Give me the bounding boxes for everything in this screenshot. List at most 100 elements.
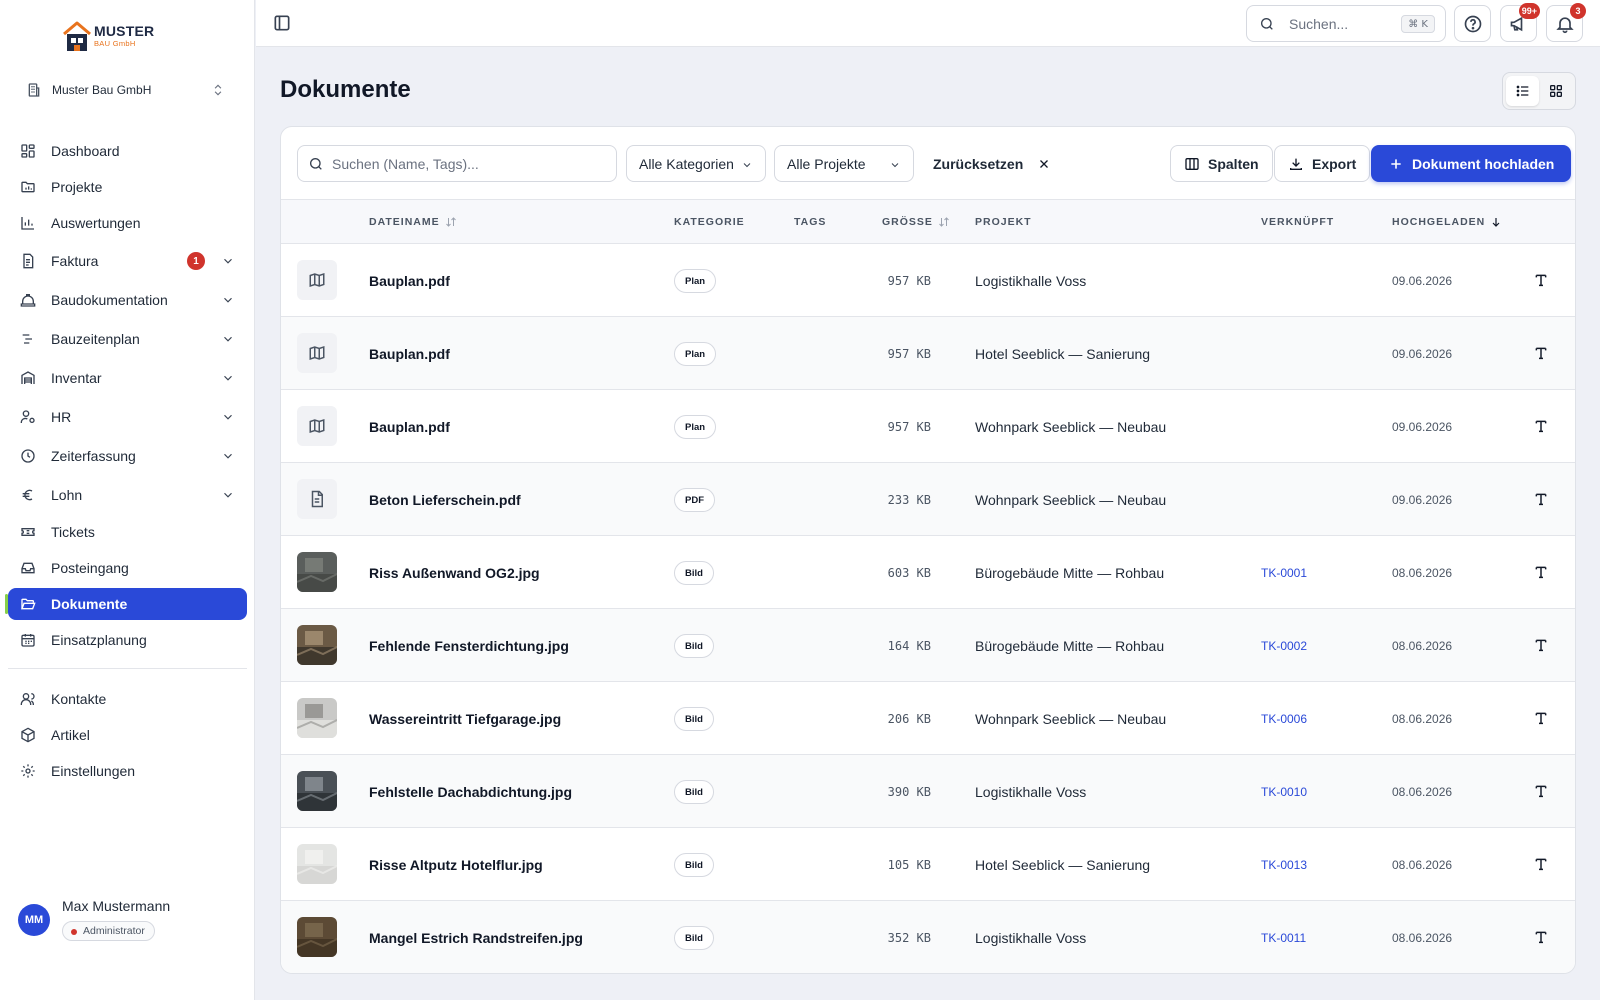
grid-view-button[interactable] [1539, 76, 1572, 106]
project-filter[interactable]: Alle Projekte [774, 145, 914, 182]
chevron-down-icon[interactable] [221, 449, 235, 463]
rename-icon[interactable] [1531, 489, 1551, 509]
export-button[interactable]: Export [1274, 145, 1371, 182]
nav-item-hr[interactable]: HR [8, 401, 247, 433]
table-row[interactable]: Fehlstelle Dachabdichtung.jpg Bild 390 KB L… [281, 755, 1575, 828]
rename-icon[interactable] [1531, 562, 1551, 582]
rename-icon[interactable] [1531, 343, 1551, 363]
file-name[interactable]: Bauplan.pdf [369, 317, 450, 390]
table-row[interactable]: Fehlende Fensterdichtung.jpg Bild 164 KB Bü… [281, 609, 1575, 682]
linked-ticket-link[interactable]: TK-0002 [1261, 609, 1307, 682]
upload-document-button[interactable]: Dokument hochladen [1371, 145, 1572, 182]
table-row[interactable]: Bauplan.pdf Plan 957 KB Hotel Seeblick — Sa… [281, 317, 1575, 390]
file-name[interactable]: Fehlstelle Dachabdichtung.jpg [369, 755, 572, 828]
rename-icon[interactable] [1531, 708, 1551, 728]
sort-icon[interactable] [445, 216, 457, 228]
company-logo[interactable]: MUSTER BAU GmbH [62, 20, 162, 52]
column-header-uploaded[interactable]: HOCHGELADEN [1392, 200, 1502, 244]
nav-item-dokumente[interactable]: Dokumente [5, 588, 247, 620]
help-button[interactable] [1454, 5, 1491, 42]
nav-item-faktura[interactable]: Faktura 1 [8, 245, 247, 277]
chevron-down-icon[interactable] [221, 410, 235, 424]
photo-thumbnail[interactable] [297, 771, 337, 811]
chevron-down-icon[interactable] [221, 293, 235, 307]
file-name[interactable]: Beton Lieferschein.pdf [369, 463, 521, 536]
linked-ticket-link[interactable]: TK-0006 [1261, 682, 1307, 755]
table-row[interactable]: Wassereintritt Tiefgarage.jpg Bild 206 KB W… [281, 682, 1575, 755]
document-search-input[interactable] [332, 155, 602, 172]
rename-icon[interactable] [1531, 635, 1551, 655]
table-row[interactable]: Bauplan.pdf Plan 957 KB Logistikhalle Voss 0… [281, 244, 1575, 317]
table-row[interactable]: Bauplan.pdf Plan 957 KB Wohnpark Seeblick —… [281, 390, 1575, 463]
table-row[interactable]: Mangel Estrich Randstreifen.jpg Bild 352 K… [281, 901, 1575, 973]
nav-item-projekte[interactable]: Projekte [8, 171, 247, 203]
photo-thumbnail[interactable] [297, 698, 337, 738]
linked-ticket-link[interactable]: TK-0010 [1261, 755, 1307, 828]
nav-item-lohn[interactable]: Lohn [8, 479, 247, 511]
chevron-down-icon[interactable] [221, 488, 235, 502]
file-name[interactable]: Bauplan.pdf [369, 244, 450, 317]
sort-icon[interactable] [938, 216, 950, 228]
reset-filters-button[interactable]: Zurücksetzen [933, 145, 1051, 182]
column-header-size[interactable]: GRÖSSE [882, 200, 950, 244]
announcements-button[interactable]: 99+ [1500, 3, 1540, 42]
file-name[interactable]: Fehlende Fensterdichtung.jpg [369, 609, 569, 682]
columns-button[interactable]: Spalten [1170, 145, 1273, 182]
nav-item-artikel[interactable]: Artikel [8, 719, 247, 751]
linked-ticket-link[interactable]: TK-0013 [1261, 828, 1307, 901]
nav-item-bauzeitenplan[interactable]: Bauzeitenplan [8, 323, 247, 355]
chevron-down-icon[interactable] [221, 254, 235, 268]
category-filter[interactable]: Alle Kategorien [626, 145, 766, 182]
file-name[interactable]: Riss Außenwand OG2.jpg [369, 536, 540, 609]
nav-item-tickets[interactable]: Tickets [8, 516, 247, 548]
table-row[interactable]: Riss Außenwand OG2.jpg Bild 603 KB Bürogebä… [281, 536, 1575, 609]
notifications-button[interactable]: 3 [1546, 3, 1586, 42]
nav-item-zeiterfassung[interactable]: Zeiterfassung [8, 440, 247, 472]
nav-label: HR [51, 409, 72, 425]
nav-item-inventar[interactable]: Inventar [8, 362, 247, 394]
nav-item-auswertungen[interactable]: Auswertungen [8, 207, 247, 239]
table-row[interactable]: Beton Lieferschein.pdf PDF 233 KB Wohnpark … [281, 463, 1575, 536]
rename-icon[interactable] [1531, 927, 1551, 947]
rename-icon[interactable] [1531, 416, 1551, 436]
company-switcher[interactable]: Muster Bau GmbH [20, 76, 235, 104]
column-header-tags[interactable]: TAGS [794, 200, 826, 244]
nav-item-posteingang[interactable]: Posteingang [8, 552, 247, 584]
nav-item-einsatzplanung[interactable]: Einsatzplanung [8, 624, 247, 656]
photo-thumbnail[interactable] [297, 552, 337, 592]
column-header-filename[interactable]: DATEINAME [369, 200, 457, 244]
arrow-down-icon[interactable] [1490, 216, 1502, 228]
photo-thumbnail[interactable] [297, 917, 337, 957]
rename-icon[interactable] [1531, 781, 1551, 801]
file-name[interactable]: Bauplan.pdf [369, 390, 450, 463]
file-name[interactable]: Risse Altputz Hotelflur.jpg [369, 828, 543, 901]
file-text-icon [297, 479, 337, 519]
nav-item-einstellungen[interactable]: Einstellungen [8, 755, 247, 787]
linked-ticket-link[interactable]: TK-0011 [1261, 901, 1306, 973]
photo-thumbnail[interactable] [297, 844, 337, 884]
linked-ticket-link[interactable]: TK-0001 [1261, 536, 1307, 609]
close-icon [1037, 157, 1051, 171]
nav-item-kontakte[interactable]: Kontakte [8, 683, 247, 715]
nav-label: Einstellungen [51, 763, 136, 779]
file-name[interactable]: Mangel Estrich Randstreifen.jpg [369, 901, 583, 973]
sidebar-toggle-icon[interactable] [272, 13, 292, 33]
global-search[interactable]: Suchen... ⌘ K [1246, 5, 1446, 42]
logo-house-icon [63, 21, 91, 51]
chevron-down-icon[interactable] [221, 332, 235, 346]
column-header-project[interactable]: PROJEKT [975, 200, 1032, 244]
photo-thumbnail[interactable] [297, 625, 337, 665]
list-view-button[interactable] [1506, 76, 1539, 106]
column-header-linked[interactable]: VERKNÜPFT [1261, 200, 1334, 244]
nav-item-dashboard[interactable]: Dashboard [8, 135, 247, 167]
table-row[interactable]: Risse Altputz Hotelflur.jpg Bild 105 KB Hot… [281, 828, 1575, 901]
chevron-down-icon[interactable] [221, 371, 235, 385]
user-profile[interactable]: MM Max Mustermann Administrator [18, 898, 238, 948]
nav-item-baudokumentation[interactable]: Baudokumentation [8, 284, 247, 316]
column-header-category[interactable]: KATEGORIE [674, 200, 745, 244]
rename-icon[interactable] [1531, 854, 1551, 874]
hard-hat-icon [20, 292, 36, 308]
file-name[interactable]: Wassereintritt Tiefgarage.jpg [369, 682, 561, 755]
document-search[interactable] [297, 145, 617, 182]
rename-icon[interactable] [1531, 270, 1551, 290]
